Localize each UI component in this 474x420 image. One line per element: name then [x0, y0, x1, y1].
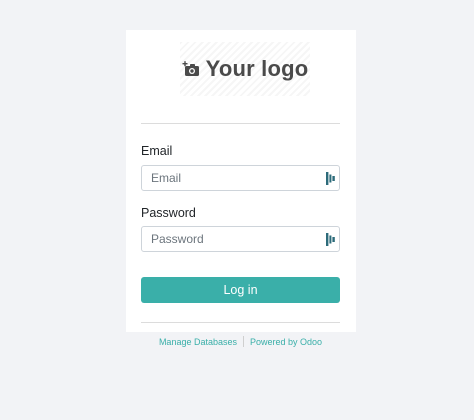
footer-separator [243, 336, 244, 347]
logo-placeholder: Your logo [180, 42, 310, 96]
password-field[interactable] [151, 232, 311, 246]
divider [141, 322, 340, 323]
powered-by-odoo-link[interactable]: Powered by Odoo [250, 337, 322, 347]
camera-plus-icon [182, 61, 200, 77]
logo-text: Your logo [205, 56, 309, 81]
login-button[interactable]: Log in [141, 277, 340, 303]
email-field[interactable] [151, 171, 311, 185]
login-card: Your logo Email Password Log in Manage D… [126, 30, 356, 347]
logo: Your logo [182, 56, 309, 82]
email-label: Email [141, 144, 173, 158]
password-label: Password [141, 206, 196, 220]
password-field-wrapper[interactable] [141, 226, 340, 252]
manage-databases-link[interactable]: Manage Databases [159, 337, 237, 347]
email-field-wrapper[interactable] [141, 165, 340, 191]
password-manager-icon[interactable] [326, 172, 336, 185]
password-manager-icon[interactable] [326, 233, 336, 246]
divider [141, 123, 340, 124]
login-footer: Manage Databases Powered by Odoo [141, 336, 340, 347]
